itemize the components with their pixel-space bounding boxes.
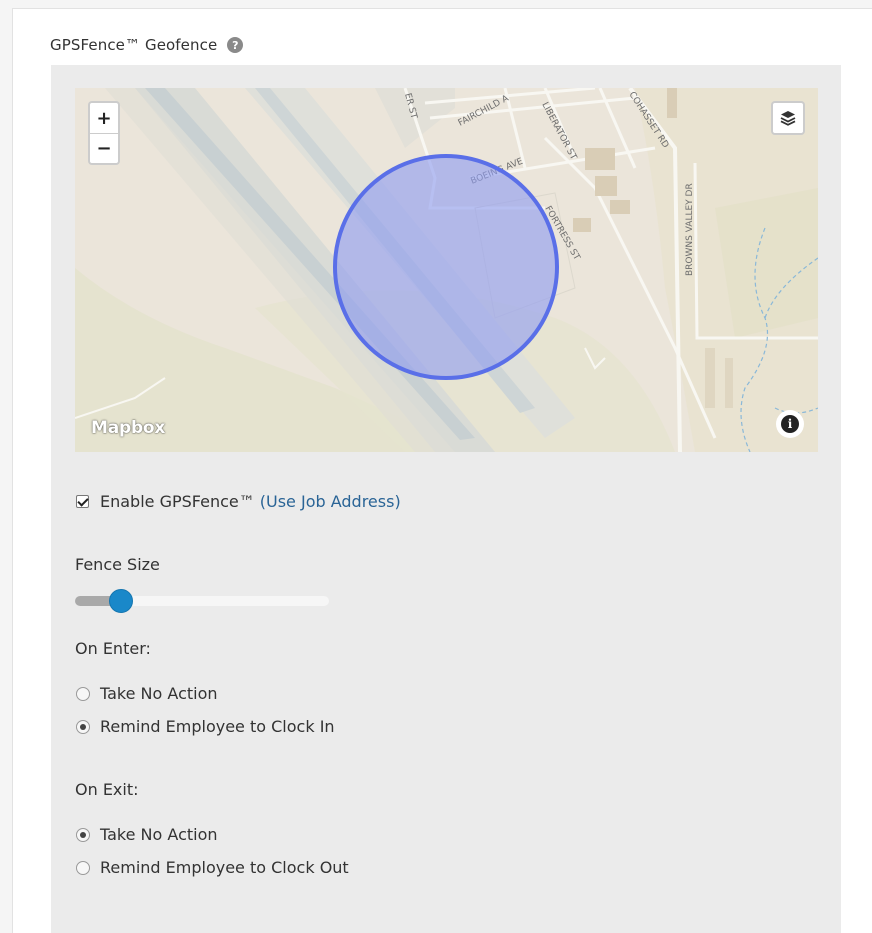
section-title: GPSFence™ Geofence ? xyxy=(50,36,244,54)
street-label-browns-valley: BROWNS VALLEY DR xyxy=(685,183,695,276)
layers-icon xyxy=(780,111,796,126)
map-tiles: ER ST FAIRCHILD A LIBERATOR ST COHASSET … xyxy=(75,88,818,452)
on-enter-take-no-action-radio[interactable] xyxy=(76,686,90,701)
on-enter-take-no-action-label: Take No Action xyxy=(100,684,218,703)
fence-size-slider-handle[interactable] xyxy=(109,589,133,613)
zoom-out-button[interactable]: − xyxy=(90,133,118,163)
enable-gpsfence-checkbox[interactable] xyxy=(76,495,89,508)
use-job-address-link[interactable]: (Use Job Address) xyxy=(260,492,401,511)
on-exit-remind-clock-out-radio[interactable] xyxy=(76,860,90,875)
map-view[interactable]: ER ST FAIRCHILD A LIBERATOR ST COHASSET … xyxy=(75,88,818,452)
on-exit-take-no-action-label: Take No Action xyxy=(100,825,218,844)
enable-gpsfence-label: Enable GPSFence™ xyxy=(100,492,255,511)
on-exit-take-no-action-radio[interactable] xyxy=(76,827,90,842)
zoom-in-button[interactable]: + xyxy=(90,103,118,133)
zoom-control: + − xyxy=(88,101,120,165)
on-enter-remind-clock-in-label: Remind Employee to Clock In xyxy=(100,717,335,736)
on-enter-option[interactable]: Remind Employee to Clock In xyxy=(76,717,335,736)
on-exit-label: On Exit: xyxy=(75,780,139,799)
attribution-button[interactable]: i xyxy=(776,410,804,438)
fence-size-label: Fence Size xyxy=(75,555,160,574)
layers-button[interactable] xyxy=(771,101,805,135)
on-enter-option[interactable]: Take No Action xyxy=(76,684,218,703)
enable-row: Enable GPSFence™ (Use Job Address) xyxy=(76,492,401,511)
question-circle-icon[interactable]: ? xyxy=(227,37,244,53)
info-icon: i xyxy=(781,415,799,433)
on-exit-option[interactable]: Take No Action xyxy=(76,825,218,844)
on-enter-label: On Enter: xyxy=(75,639,151,658)
on-exit-option[interactable]: Remind Employee to Clock Out xyxy=(76,858,349,877)
fence-size-slider[interactable] xyxy=(75,589,329,613)
mapbox-logo[interactable]: Mapbox xyxy=(91,418,165,438)
on-exit-remind-clock-out-label: Remind Employee to Clock Out xyxy=(100,858,349,877)
section-title-text: GPSFence™ Geofence xyxy=(50,36,218,54)
on-enter-remind-clock-in-radio[interactable] xyxy=(76,719,90,734)
geofence-circle[interactable] xyxy=(333,154,559,380)
